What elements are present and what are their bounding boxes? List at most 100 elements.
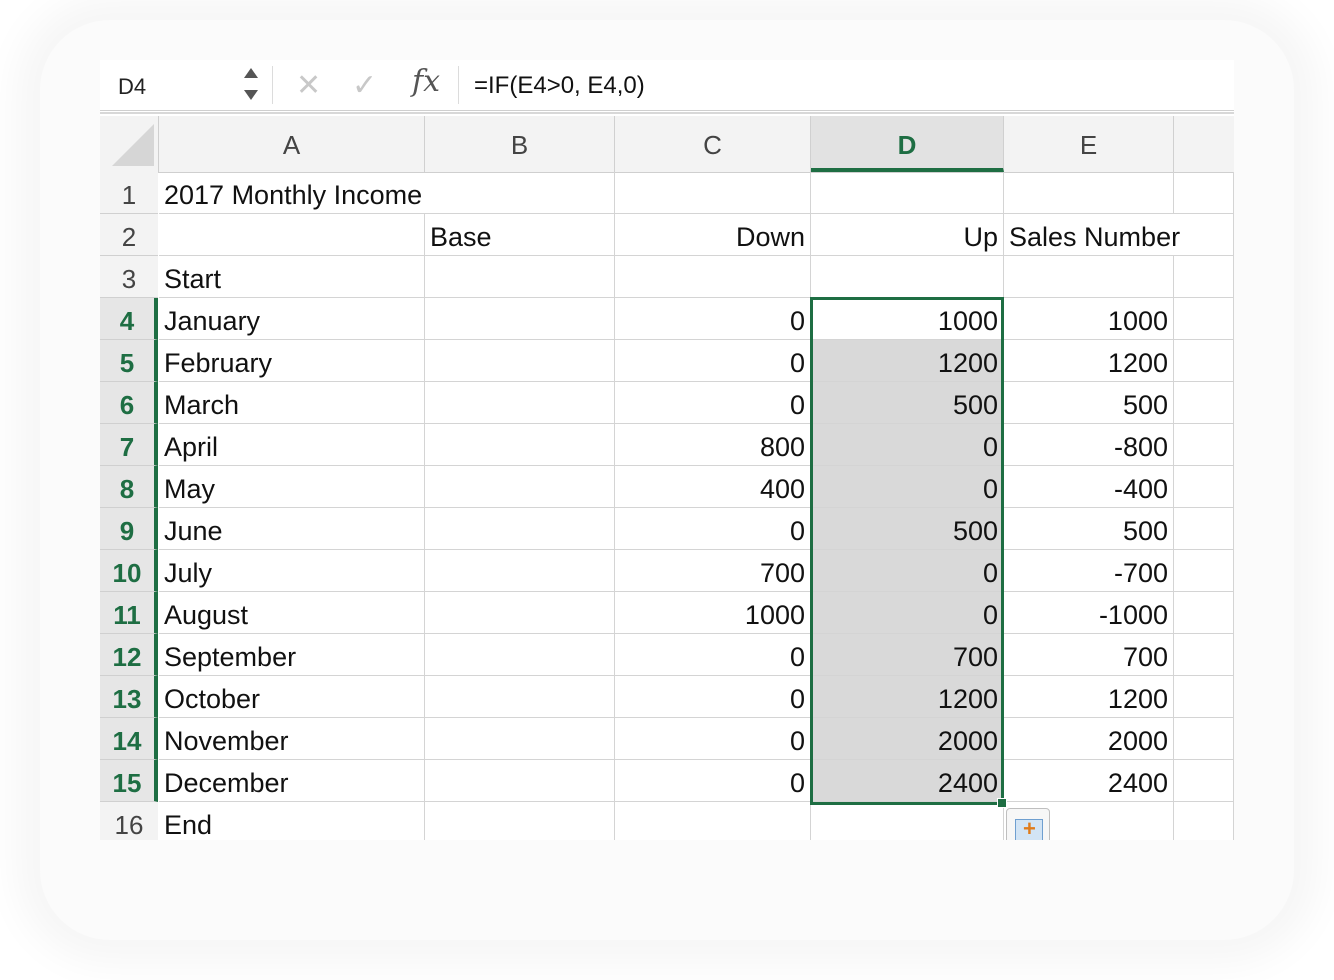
column-header-c[interactable]: C [615,116,811,172]
cell-empty[interactable] [1174,802,1234,840]
row-header[interactable]: 1 [100,172,158,214]
cell-b[interactable] [425,634,615,676]
cell-c[interactable]: 0 [615,340,811,382]
row-header[interactable]: 9 [100,508,158,550]
checkmark-icon[interactable]: ✓ [352,68,377,103]
cell-b[interactable]: Base [425,214,615,256]
chevron-up-icon[interactable] [244,68,258,78]
cell-c[interactable]: 0 [615,382,811,424]
cell-e[interactable]: 700 [1004,634,1174,676]
cell-a[interactable]: August [159,592,425,634]
cell-a[interactable]: January [159,298,425,340]
cell-e[interactable]: Sales Number [1004,214,1180,256]
fx-icon[interactable]: fx [412,64,440,99]
cell-c[interactable]: 0 [615,508,811,550]
cell-empty[interactable] [1174,466,1234,508]
cell-empty[interactable] [1174,508,1234,550]
cell-b[interactable] [425,172,615,214]
cell-b[interactable] [425,592,615,634]
name-box[interactable]: D4 [100,60,270,110]
cell-d[interactable]: 1200 [811,676,1004,718]
cell-empty[interactable] [1174,718,1234,760]
name-box-value[interactable]: D4 [118,74,146,100]
cell-b[interactable] [425,466,615,508]
cell-a[interactable]: July [159,550,425,592]
cell-a[interactable]: April [159,424,425,466]
cell-b[interactable] [425,550,615,592]
cell-d[interactable]: 0 [811,466,1004,508]
cell-e[interactable]: -700 [1004,550,1174,592]
cell-d[interactable]: 700 [811,634,1004,676]
cell-d[interactable]: 1000 [811,298,1004,340]
cell-e[interactable]: 500 [1004,508,1174,550]
cell-a[interactable]: December [159,760,425,802]
cell-e[interactable]: 2000 [1004,718,1174,760]
formula-input[interactable]: =IF(E4>0, E4,0) [474,72,645,100]
cell-d[interactable]: Up [811,214,1004,256]
column-header-e[interactable]: E [1004,116,1174,172]
cell-a[interactable]: October [159,676,425,718]
cell-b[interactable] [425,256,615,298]
cell-a[interactable]: March [159,382,425,424]
column-header-d[interactable]: D [811,116,1004,172]
row-header[interactable]: 5 [100,340,158,382]
cell-e[interactable]: 1000 [1004,298,1174,340]
cell-a[interactable]: September [159,634,425,676]
cell-c[interactable]: 400 [615,466,811,508]
cell-d[interactable]: 0 [811,592,1004,634]
cell-empty[interactable] [1174,592,1234,634]
row-header[interactable]: 7 [100,424,158,466]
x-icon[interactable]: ✕ [296,68,321,103]
cell-b[interactable] [425,382,615,424]
cell-e[interactable]: 2400 [1004,760,1174,802]
column-header-b[interactable]: B [425,116,615,172]
cell-d[interactable]: 0 [811,424,1004,466]
row-header[interactable]: 8 [100,466,158,508]
row-header[interactable]: 10 [100,550,158,592]
cell-e[interactable]: -400 [1004,466,1174,508]
cell-d[interactable]: 2000 [811,718,1004,760]
quick-analysis-icon[interactable]: + [1006,808,1050,840]
cell-empty[interactable] [1174,760,1234,802]
cell-c[interactable]: 0 [615,634,811,676]
cell-e[interactable] [1004,172,1174,214]
column-header-a[interactable]: A [159,116,425,172]
row-header[interactable]: 3 [100,256,158,298]
cell-e[interactable]: 500 [1004,382,1174,424]
cell-c[interactable]: 0 [615,760,811,802]
cell-a[interactable]: June [159,508,425,550]
row-header[interactable]: 6 [100,382,158,424]
cell-b[interactable] [425,424,615,466]
row-header[interactable]: 15 [100,760,158,802]
cell-empty[interactable] [1174,382,1234,424]
cell-c[interactable] [615,172,811,214]
cell-a[interactable]: November [159,718,425,760]
cell-d[interactable] [811,802,1004,840]
cell-b[interactable] [425,508,615,550]
chevron-down-icon[interactable] [244,90,258,100]
row-header[interactable]: 4 [100,298,158,340]
cell-c[interactable]: 0 [615,676,811,718]
row-header[interactable]: 12 [100,634,158,676]
cell-a[interactable]: 2017 Monthly Income [159,172,425,214]
cell-b[interactable] [425,718,615,760]
cell-b[interactable] [425,298,615,340]
cell-d[interactable] [811,172,1004,214]
cell-empty[interactable] [1174,340,1234,382]
cell-empty[interactable] [1174,172,1234,214]
select-all-button[interactable] [100,116,159,172]
cell-e[interactable]: 1200 [1004,340,1174,382]
cell-d[interactable]: 500 [811,508,1004,550]
cell-b[interactable] [425,340,615,382]
cell-empty[interactable] [1174,550,1234,592]
row-header[interactable]: 11 [100,592,158,634]
cell-empty[interactable] [1174,634,1234,676]
cell-d[interactable] [811,256,1004,298]
cell-empty[interactable] [1174,298,1234,340]
cell-e[interactable] [1004,256,1174,298]
cell-d[interactable]: 0 [811,550,1004,592]
cell-e[interactable]: 1200 [1004,676,1174,718]
cell-b[interactable] [425,676,615,718]
cell-b[interactable] [425,760,615,802]
row-header[interactable]: 16 [100,802,158,840]
